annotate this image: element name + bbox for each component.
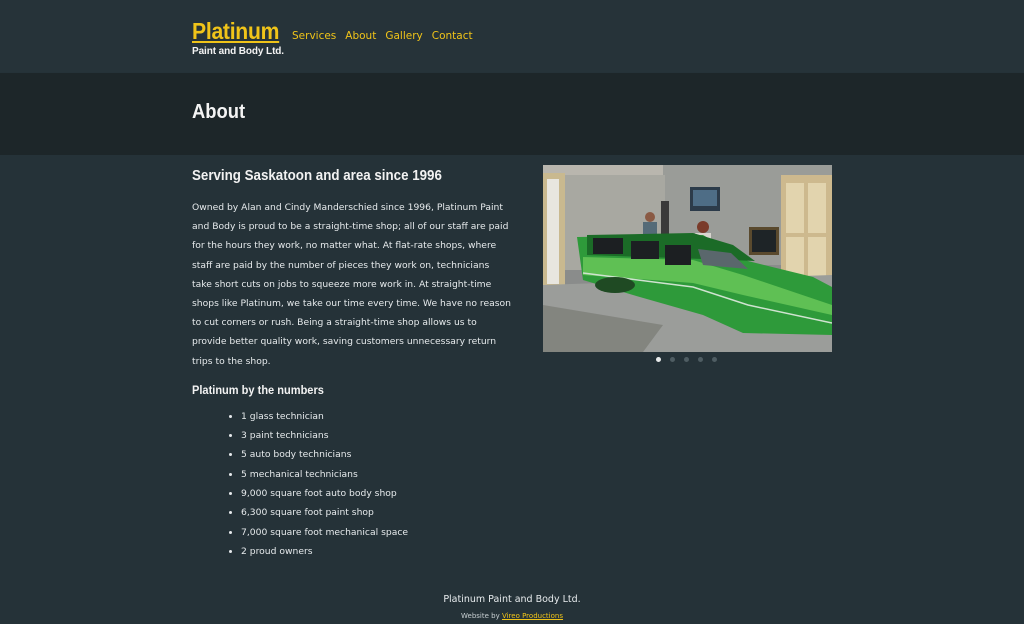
list-item: 5 mechanical technicians: [241, 465, 512, 484]
list-item: 9,000 square foot auto body shop: [241, 484, 512, 503]
about-content: Serving Saskatoon and area since 1996 Ow…: [192, 168, 512, 561]
logo-subtitle: Paint and Body Ltd.: [192, 46, 284, 57]
numbers-heading: Platinum by the numbers: [192, 382, 324, 397]
main-nav: Services About Gallery Contact: [292, 30, 473, 42]
carousel-dot-5[interactable]: [712, 357, 717, 362]
list-item: 1 glass technician: [241, 407, 512, 426]
numbers-list: 1 glass technician 3 paint technicians 5…: [192, 407, 512, 561]
page-banner: About: [0, 73, 1024, 155]
nav-link-about[interactable]: About: [345, 30, 376, 42]
carousel-image[interactable]: [543, 165, 832, 352]
footer-credit: Website by Vireo Productions: [0, 612, 1024, 620]
list-item: 3 paint technicians: [241, 426, 512, 445]
nav-link-contact[interactable]: Contact: [432, 30, 473, 42]
nav-link-services[interactable]: Services: [292, 30, 336, 42]
page-title: About: [192, 101, 246, 123]
site-logo[interactable]: Platinum Paint and Body Ltd.: [192, 18, 287, 59]
list-item: 6,300 square foot paint shop: [241, 503, 512, 522]
footer-credit-link[interactable]: Vireo Productions: [502, 612, 563, 620]
list-item: 2 proud owners: [241, 542, 512, 561]
logo-title[interactable]: Platinum: [192, 18, 279, 44]
about-intro-paragraph: Owned by Alan and Cindy Manderschied sin…: [192, 202, 511, 367]
site-header: Platinum Paint and Body Ltd. Services Ab…: [0, 0, 1024, 72]
carousel-pagination: [656, 357, 717, 362]
shop-car-counter-photo: [543, 165, 832, 352]
list-item: 5 auto body technicians: [241, 445, 512, 464]
carousel-dot-1[interactable]: [656, 357, 661, 362]
list-item: 7,000 square foot mechanical space: [241, 523, 512, 542]
carousel-dot-4[interactable]: [698, 357, 703, 362]
footer-company-name: Platinum Paint and Body Ltd.: [443, 594, 581, 605]
footer-credit-prefix: Website by: [461, 612, 502, 620]
carousel-dot-2[interactable]: [670, 357, 675, 362]
nav-link-gallery[interactable]: Gallery: [385, 30, 422, 42]
about-heading: Serving Saskatoon and area since 1996: [192, 168, 442, 184]
carousel-dot-3[interactable]: [684, 357, 689, 362]
